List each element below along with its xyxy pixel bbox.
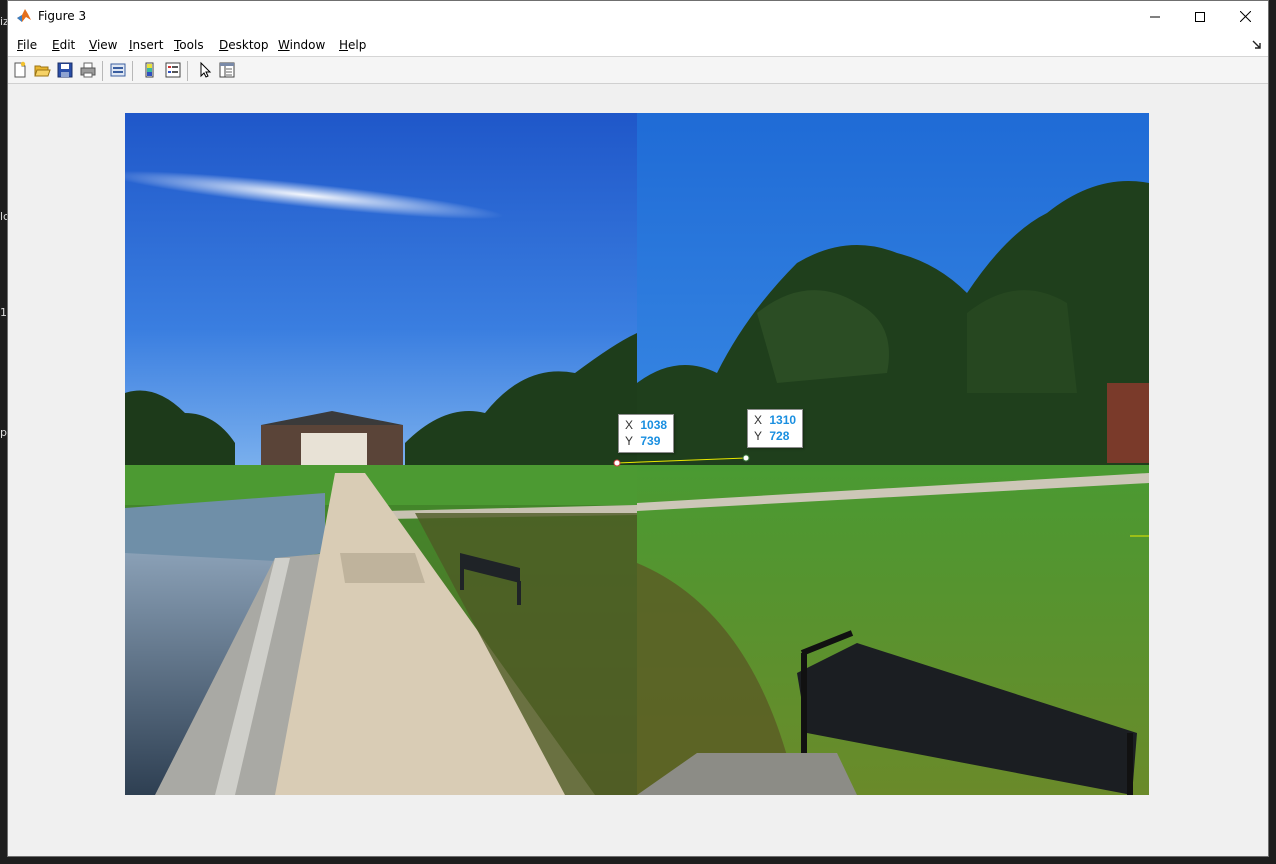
edit-plot-icon[interactable] <box>196 61 214 79</box>
menu-bar: File Edit View Insert Tools Desktop Wind… <box>8 32 1268 56</box>
match-point-right[interactable] <box>742 454 750 462</box>
minimize-icon <box>1150 16 1160 17</box>
menu-label-rest: elp <box>348 38 367 52</box>
datatip-y-row: Y 739 <box>625 433 667 449</box>
menu-label-rest: indow <box>289 38 326 52</box>
menu-insert[interactable]: Insert <box>129 38 163 52</box>
menu-view[interactable]: View <box>89 38 117 52</box>
toolbar-separator <box>102 61 103 81</box>
datatip-y-row: Y 728 <box>754 428 796 444</box>
save-icon[interactable] <box>56 61 74 79</box>
datatip-y-value: 739 <box>640 434 661 448</box>
menu-tools[interactable]: Tools <box>174 38 204 52</box>
menu-file[interactable]: File <box>17 38 37 52</box>
menu-mnemonic: H <box>339 38 349 52</box>
datatip-x-value: 1310 <box>769 413 797 427</box>
menu-mnemonic: E <box>52 38 60 52</box>
open-file-icon[interactable] <box>33 61 51 79</box>
insert-colorbar-icon[interactable] <box>141 61 159 79</box>
figure-toolbar <box>8 56 1268 84</box>
match-point-left[interactable] <box>613 459 621 467</box>
desktop-fragment: p <box>0 426 7 439</box>
print-icon[interactable] <box>79 61 97 79</box>
close-button[interactable] <box>1222 1 1268 32</box>
match-overlay <box>613 454 1149 537</box>
datatip-right[interactable]: X 1310 Y 728 <box>747 409 804 448</box>
toolbar-separator <box>132 61 133 81</box>
datatip-y-value: 728 <box>769 429 790 443</box>
menu-label-rest: dit <box>59 38 76 52</box>
menu-label-rest: esktop <box>228 38 269 52</box>
print-preview-icon[interactable] <box>109 61 127 79</box>
insert-legend-icon[interactable] <box>164 61 182 79</box>
close-icon <box>1239 11 1251 22</box>
datatip-x-label: X <box>625 418 634 432</box>
dock-arrow-icon[interactable] <box>1252 40 1262 50</box>
menu-label-rest: ile <box>23 38 38 52</box>
menu-label-rest: iew <box>96 38 118 52</box>
match-line <box>616 457 747 464</box>
menu-edit[interactable]: Edit <box>52 38 75 52</box>
desktop-fragment: 1 <box>0 306 7 319</box>
datatip-x-value: 1038 <box>640 418 668 432</box>
datatip-x-row: X 1310 <box>754 412 796 428</box>
figure-window: Figure 3 File Edit View Insert Tools Des… <box>7 0 1269 857</box>
datatip-x-label: X <box>754 413 763 427</box>
datatip-y-label: Y <box>754 429 763 443</box>
new-figure-icon[interactable] <box>11 61 29 79</box>
datatip-y-label: Y <box>625 434 634 448</box>
property-inspector-icon[interactable] <box>218 61 236 79</box>
menu-mnemonic: D <box>219 38 229 52</box>
datatip-left[interactable]: X 1038 Y 739 <box>618 414 675 453</box>
menu-label-rest: ools <box>179 38 204 52</box>
menu-mnemonic: V <box>89 38 97 52</box>
datatip-x-row: X 1038 <box>625 417 667 433</box>
window-title: Figure 3 <box>38 9 87 23</box>
menu-label-rest: nsert <box>132 38 164 52</box>
title-bar[interactable]: Figure 3 <box>8 1 1268 32</box>
menu-desktop[interactable]: Desktop <box>219 38 269 52</box>
menu-window[interactable]: Window <box>278 38 325 52</box>
maximize-button[interactable] <box>1177 1 1223 32</box>
maximize-icon <box>1195 11 1205 22</box>
toolbar-separator <box>187 61 188 81</box>
minimize-button[interactable] <box>1132 1 1178 32</box>
image-axes[interactable]: X 1038 Y 739 X 1310 Y 728 <box>125 113 1149 795</box>
menu-help[interactable]: Help <box>339 38 366 52</box>
matlab-icon <box>17 9 31 22</box>
menu-mnemonic: W <box>278 38 290 52</box>
